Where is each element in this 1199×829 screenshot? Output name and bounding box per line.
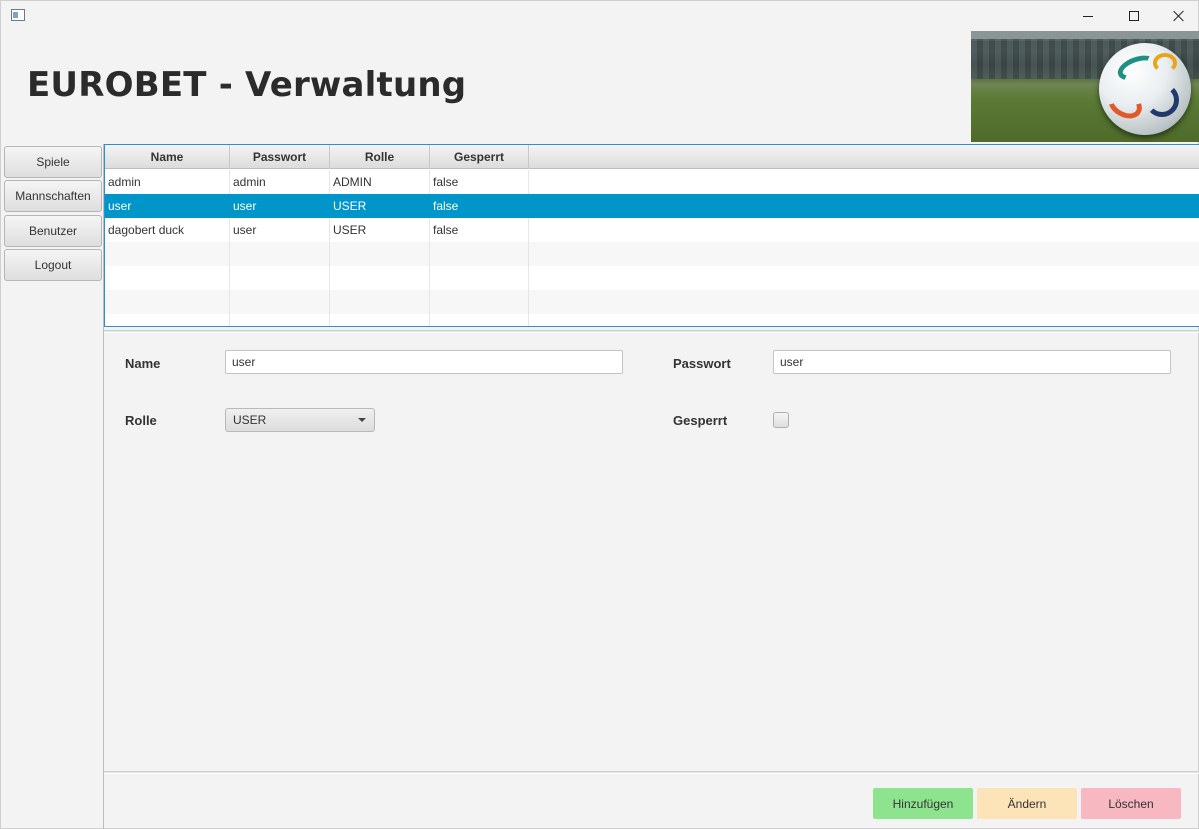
empty-row: [105, 242, 1199, 266]
edit-button[interactable]: Ändern: [977, 788, 1077, 819]
minimize-button[interactable]: [1065, 1, 1111, 31]
sidebar-item-mannschaften[interactable]: Mannschaften: [4, 180, 102, 212]
empty-row: [105, 314, 1199, 326]
cell-name: admin: [105, 170, 230, 194]
cell-gesperrt: false: [430, 170, 529, 194]
title-bar: [1, 1, 1199, 31]
table-header: Name Passwort Rolle Gesperrt: [105, 145, 1199, 169]
app-window-icon: [11, 9, 25, 21]
app-window: EUROBET - Verwaltung Spiele Mannschaften…: [0, 0, 1199, 829]
minimize-icon: [1083, 15, 1093, 17]
users-table[interactable]: Name Passwort Rolle Gesperrt admin admin…: [104, 144, 1199, 327]
column-header-name[interactable]: Name: [105, 145, 230, 169]
password-label: Passwort: [673, 356, 731, 371]
cell-rolle: ADMIN: [330, 170, 430, 194]
column-header-rolle[interactable]: Rolle: [330, 145, 430, 169]
footer-divider: [104, 771, 1199, 774]
role-label: Rolle: [125, 413, 157, 428]
cell-passwort: user: [230, 218, 330, 242]
cell-rolle: USER: [330, 218, 430, 242]
maximize-icon: [1129, 11, 1139, 21]
chevron-down-icon: [358, 418, 366, 422]
table-row[interactable]: dagobert duck user USER false: [105, 218, 1199, 242]
column-header-passwort[interactable]: Passwort: [230, 145, 330, 169]
split-divider[interactable]: [104, 330, 1199, 333]
locked-label: Gesperrt: [673, 413, 728, 428]
cell-gesperrt: false: [430, 218, 529, 242]
sidebar-item-logout[interactable]: Logout: [4, 249, 102, 281]
role-select-value: USER: [233, 413, 267, 427]
football-stadium-image: [971, 31, 1199, 142]
cell-passwort: user: [230, 194, 330, 218]
sidebar-item-benutzer[interactable]: Benutzer: [4, 215, 102, 247]
maximize-button[interactable]: [1111, 1, 1157, 31]
sidebar-item-spiele[interactable]: Spiele: [4, 146, 102, 178]
table-row[interactable]: admin admin ADMIN false: [105, 170, 1199, 194]
football-icon: [1099, 43, 1191, 135]
password-field[interactable]: user: [773, 350, 1171, 374]
delete-button[interactable]: Löschen: [1081, 788, 1181, 819]
cell-name: dagobert duck: [105, 218, 230, 242]
table-row-selected[interactable]: user user USER false: [105, 194, 1199, 218]
column-header-gesperrt[interactable]: Gesperrt: [430, 145, 529, 169]
empty-row: [105, 290, 1199, 314]
empty-row: [105, 266, 1199, 290]
cell-passwort: admin: [230, 170, 330, 194]
add-button[interactable]: Hinzufügen: [873, 788, 973, 819]
cell-name: user: [105, 194, 230, 218]
close-icon: [1173, 10, 1185, 22]
name-field[interactable]: user: [225, 350, 623, 374]
name-label: Name: [125, 356, 161, 371]
role-select[interactable]: USER: [225, 408, 375, 432]
close-button[interactable]: [1156, 1, 1199, 31]
locked-checkbox[interactable]: [773, 412, 789, 428]
page-title: EUROBET - Verwaltung: [27, 65, 467, 105]
cell-rolle: USER: [330, 194, 430, 218]
cell-gesperrt: false: [430, 194, 529, 218]
